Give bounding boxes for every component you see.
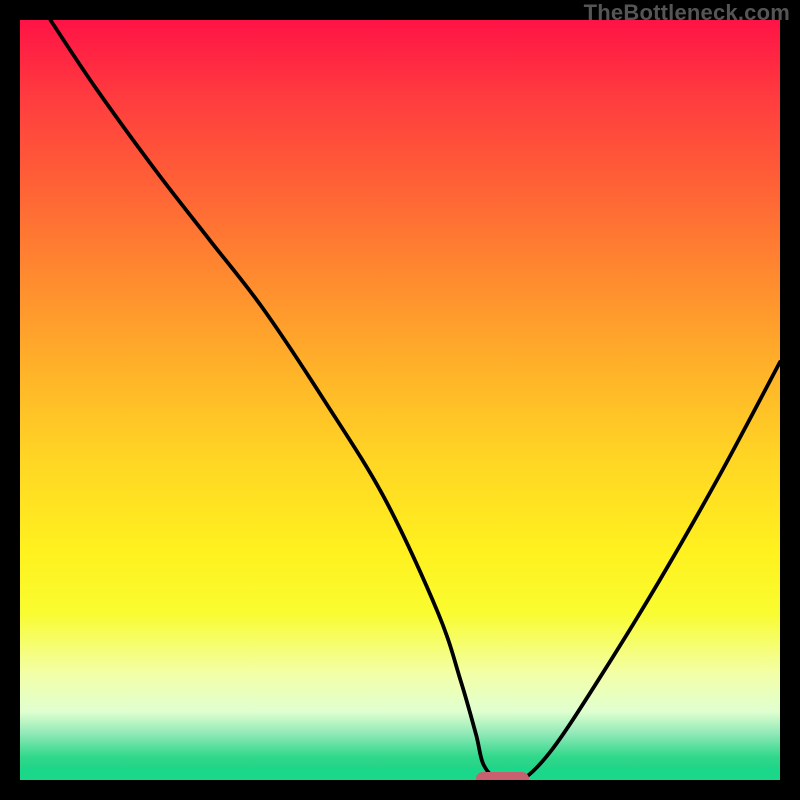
chart-frame: TheBottleneck.com xyxy=(0,0,800,800)
plot-area xyxy=(20,20,780,780)
watermark-label: TheBottleneck.com xyxy=(584,0,790,26)
optimal-marker xyxy=(476,772,529,780)
curve-svg xyxy=(20,20,780,780)
bottleneck-curve xyxy=(50,20,780,780)
